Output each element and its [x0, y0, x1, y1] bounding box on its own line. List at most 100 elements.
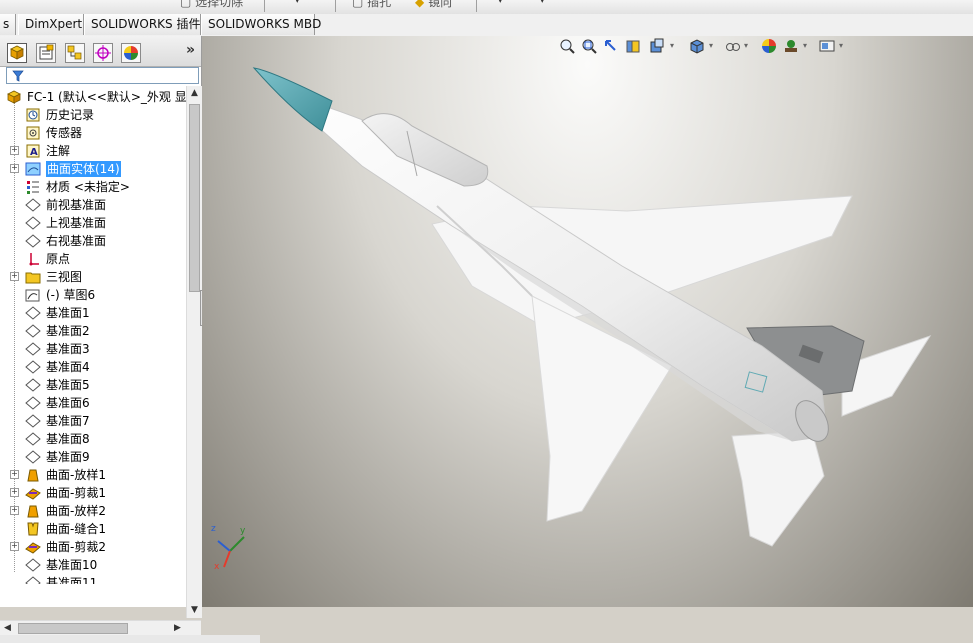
plane-icon [25, 414, 41, 428]
tree-item-plane6[interactable]: 基准面6 [0, 394, 188, 412]
tree-item-three-views[interactable]: + 三视图 [0, 268, 188, 286]
horizontal-tail-left [731, 430, 825, 547]
graphics-viewport[interactable]: ▾ ▾ ▾ ▾ ▾ y z x [202, 36, 973, 607]
triad-y-label: y [240, 526, 246, 536]
propertymanager-tab[interactable] [36, 43, 56, 63]
tree-filter-field[interactable] [6, 67, 199, 84]
tree-item-sketch6[interactable]: (-) 草图6 [0, 286, 188, 304]
annotation-icon: A [26, 144, 40, 158]
featuremanager-tab[interactable] [7, 43, 27, 63]
tab-features[interactable]: s [0, 14, 16, 35]
configurationmanager-tab[interactable] [65, 43, 85, 63]
tree-item-right-plane[interactable]: 右视基准面 [0, 232, 188, 250]
plane-icon [25, 450, 41, 464]
tree-item-label: 曲面-剪裁2 [46, 540, 106, 554]
triad-x-label: x [214, 562, 220, 571]
history-icon [26, 108, 40, 122]
tree-item-material[interactable]: 材质 <未指定> [0, 178, 188, 196]
command-manager-tabs: s DimXpert SOLIDWORKS 插件 SOLIDWORKS MBD [0, 14, 973, 37]
trim-surface-icon [25, 488, 41, 500]
expand-icon[interactable]: + [10, 146, 19, 155]
chevron-down-icon[interactable]: ▾ [295, 0, 300, 6]
tree-item-front-plane[interactable]: 前视基准面 [0, 196, 188, 214]
tree-item-label: (-) 草图6 [46, 288, 96, 302]
tree-item-top-plane[interactable]: 上视基准面 [0, 214, 188, 232]
tab-solidworks-addins[interactable]: SOLIDWORKS 插件 [84, 14, 201, 35]
expand-icon[interactable]: + [10, 506, 19, 515]
aircraft-model [252, 67, 932, 547]
tree-item-origin[interactable]: 原点 [0, 250, 188, 268]
toolbar-separator [476, 0, 477, 12]
tree-item-label: 前视基准面 [46, 198, 107, 212]
scroll-right-icon[interactable]: ▶ [170, 621, 185, 636]
scroll-left-icon[interactable]: ◀ [0, 621, 15, 636]
expand-icon[interactable]: + [10, 272, 19, 281]
hole-button[interactable]: ▢ 插孔 [352, 0, 391, 10]
plane-icon [25, 234, 41, 248]
plane-icon [25, 216, 41, 230]
tree-item-surface-bodies[interactable]: + 曲面实体(14) [0, 160, 188, 178]
tree-item-plane8[interactable]: 基准面8 [0, 430, 188, 448]
tree-item-plane10[interactable]: 基准面10 [0, 556, 188, 574]
panel-tab-bar: » [0, 36, 201, 67]
display-manager-tab[interactable] [121, 43, 141, 63]
tree-item-surface-trim2[interactable]: + 曲面-剪裁2 [0, 538, 188, 556]
expand-icon[interactable]: + [10, 542, 19, 551]
tree-item-label: 基准面9 [46, 450, 90, 464]
propertymanager-icon [39, 44, 54, 60]
tree-item-surface-trim1[interactable]: + 曲面-剪裁1 [0, 484, 188, 502]
chevron-down-icon[interactable]: ▾ [498, 0, 503, 6]
tree-item-plane7[interactable]: 基准面7 [0, 412, 188, 430]
tree-item-plane1[interactable]: 基准面1 [0, 304, 188, 322]
tree-item-label: 原点 [46, 252, 71, 266]
tree-item-plane2[interactable]: 基准面2 [0, 322, 188, 340]
dimxpert-tab[interactable] [93, 43, 113, 63]
scroll-thumb[interactable] [18, 623, 128, 634]
scroll-thumb[interactable] [189, 104, 200, 292]
tree-item-history[interactable]: 历史记录 [0, 106, 188, 124]
expand-icon[interactable]: + [10, 164, 19, 173]
scroll-down-icon[interactable]: ▼ [187, 603, 202, 618]
tree-horizontal-scrollbar[interactable]: ◀ ▶ [0, 620, 201, 636]
tree-item-surface-loft1[interactable]: + 曲面-放样1 [0, 466, 188, 484]
mirror-button[interactable]: ◆ 镜向 [415, 0, 452, 10]
tree-item-label: 曲面-缝合1 [46, 522, 106, 536]
tree-item-surface-knit1[interactable]: 曲面-缝合1 [0, 520, 188, 538]
plane-icon [25, 198, 41, 212]
expand-icon[interactable]: + [10, 488, 19, 497]
toolbar-separator [264, 0, 265, 12]
scroll-up-icon[interactable]: ▲ [187, 86, 202, 101]
tree-item-plane9[interactable]: 基准面9 [0, 448, 188, 466]
tree-item-label: 基准面10 [46, 558, 98, 572]
tree-item-label: 右视基准面 [46, 234, 107, 248]
tree-vertical-scrollbar[interactable]: ▲ ▼ [186, 86, 202, 618]
material-icon [27, 181, 39, 194]
sketch-icon [25, 289, 40, 302]
expand-icon[interactable]: + [10, 470, 19, 479]
tree-item-label: 材质 <未指定> [46, 180, 130, 194]
tree-item-annotations[interactable]: + A 注解 [0, 142, 188, 160]
select-cut-button[interactable]: ▢ 选择切除 [180, 0, 243, 10]
toolbar-separator [335, 0, 336, 12]
display-manager-icon [124, 46, 138, 60]
loft-surface-icon [27, 505, 39, 518]
tab-solidworks-mbd[interactable]: SOLIDWORKS MBD [201, 14, 321, 35]
tree-item-plane3[interactable]: 基准面3 [0, 340, 188, 358]
tree-item-plane5[interactable]: 基准面5 [0, 376, 188, 394]
tree-item-plane4[interactable]: 基准面4 [0, 358, 188, 376]
tree-item-label: 曲面实体(14) [46, 161, 121, 177]
tree-root-part[interactable]: FC-1 (默认<<默认>_外观 显 [0, 88, 188, 106]
more-tabs-button[interactable]: » [186, 42, 195, 58]
tab-dimxpert[interactable]: DimXpert [18, 14, 84, 35]
tree-item-plane11[interactable]: 基准面11 [0, 574, 188, 584]
tree-item-label: 基准面6 [46, 396, 90, 410]
loft-surface-icon [27, 469, 39, 482]
tree-item-surface-loft2[interactable]: + 曲面-放样2 [0, 502, 188, 520]
svg-text:A: A [30, 147, 38, 158]
featuremanager-icon [10, 45, 24, 60]
plane-icon [25, 360, 41, 374]
tree-item-sensors[interactable]: 传感器 [0, 124, 188, 142]
axis-triad: y z x [211, 524, 246, 571]
chevron-down-icon[interactable]: ▾ [540, 0, 545, 6]
tree-item-label: 曲面-剪裁1 [46, 486, 106, 500]
